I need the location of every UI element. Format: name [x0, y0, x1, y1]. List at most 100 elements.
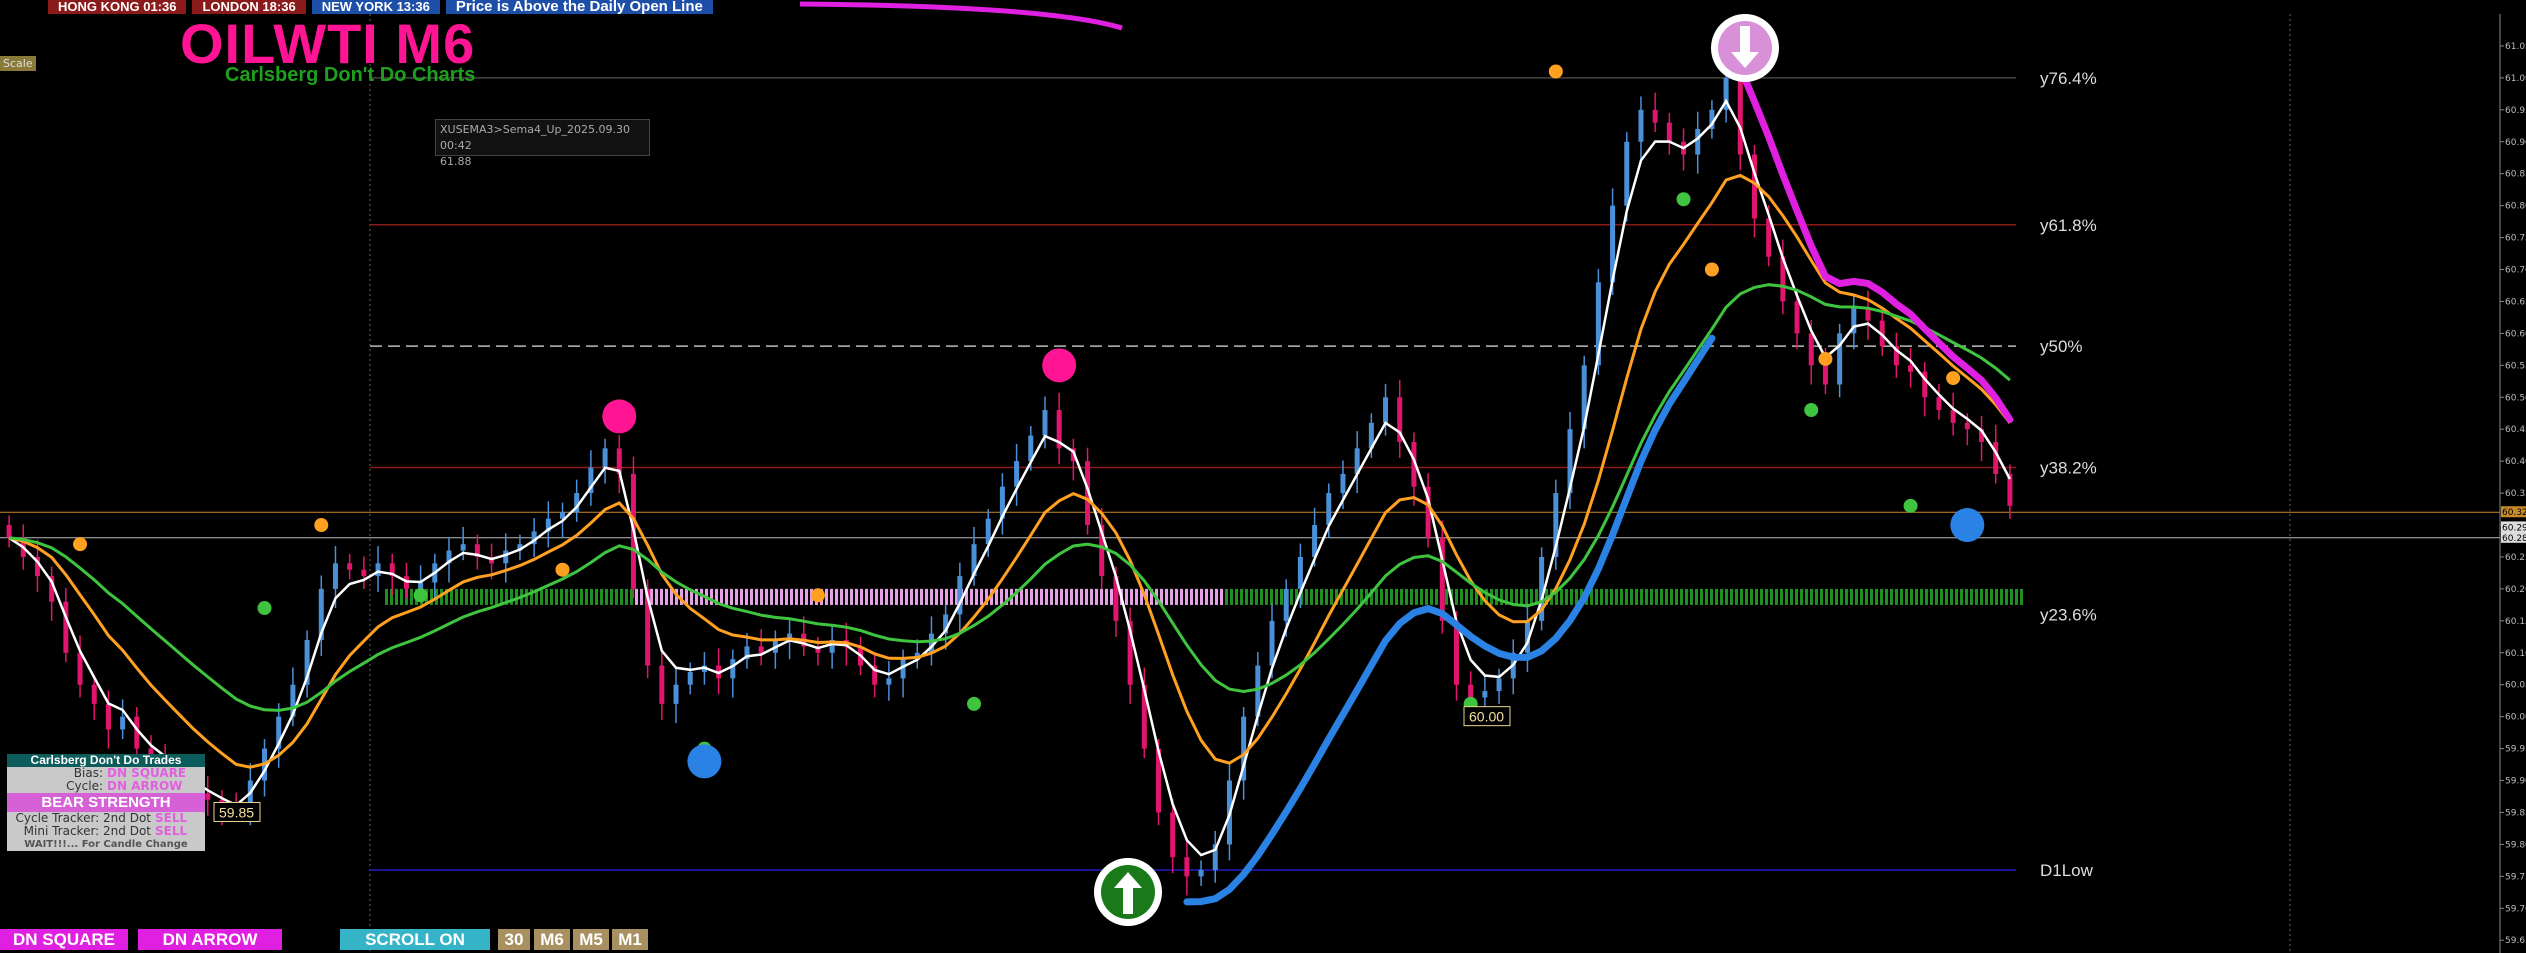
demand-zone-bar: [1390, 588, 1393, 605]
supply-zone-bar: [1070, 588, 1073, 605]
demand-zone-bar: [1630, 588, 1633, 605]
demand-zone-bar: [1720, 588, 1723, 605]
supply-zone-bar: [720, 588, 723, 605]
axis-tick-label: 59.75: [2505, 872, 2526, 882]
demand-zone-bar: [1815, 588, 1818, 605]
tf-m1-button[interactable]: M1: [612, 929, 648, 950]
candle-body: [1297, 556, 1303, 589]
demand-zone-bar: [1810, 588, 1813, 605]
demand-zone-bar: [1835, 588, 1838, 605]
demand-zone-bar: [1945, 588, 1948, 605]
scale-button[interactable]: Scale: [0, 56, 36, 71]
supply-zone-bar: [980, 588, 983, 605]
demand-zone-bar: [1685, 588, 1688, 605]
demand-zone-bar: [550, 588, 553, 605]
axis-tick-label: 60.40: [2505, 457, 2526, 467]
demand-zone-bar: [1325, 588, 1328, 605]
axis-tick-label: 60.25: [2505, 553, 2526, 563]
demand-zone-bar: [1610, 588, 1613, 605]
demand-zone-bar: [400, 588, 403, 605]
candle-body: [1666, 122, 1672, 142]
candle-body: [91, 684, 97, 704]
demand-zone-bar: [1840, 588, 1843, 605]
candle-body: [1837, 333, 1843, 385]
demand-zone-bar: [475, 588, 478, 605]
pink-swing-dot: [1042, 348, 1077, 383]
demand-zone-bar: [1350, 588, 1353, 605]
supply-zone-bar: [1215, 588, 1218, 605]
tf-m6-button[interactable]: M6: [534, 929, 570, 950]
blue-swing-dot: [1950, 508, 1985, 543]
demand-zone-bar: [1740, 588, 1743, 605]
scroll-button[interactable]: SCROLL ON: [340, 929, 490, 950]
demand-zone-bar: [1255, 588, 1258, 605]
price-chart[interactable]: y76.4%y61.8%y50%y38.2%y23.6%D1Low 59.856…: [0, 0, 2526, 953]
demand-zone-bar: [575, 588, 578, 605]
supply-zone-bar: [1220, 588, 1223, 605]
tf-m5-button[interactable]: M5: [573, 929, 609, 950]
demand-zone-bar: [1700, 588, 1703, 605]
candle-body: [205, 793, 211, 800]
demand-zone-bar: [1655, 588, 1658, 605]
axis-tick-label: 61.05: [2505, 42, 2526, 52]
mini-tracker-value: SELL: [155, 824, 188, 838]
dn-square-button[interactable]: DN SQUARE: [0, 929, 128, 950]
demand-zone-bar: [1885, 588, 1888, 605]
supply-zone-bar: [905, 588, 908, 605]
demand-zone-bar: [1940, 588, 1943, 605]
supply-zone-bar: [860, 588, 863, 605]
demand-zone-bar: [1785, 588, 1788, 605]
supply-demand-zones: [385, 588, 2023, 605]
supply-zone-bar: [730, 588, 733, 605]
demand-zone-bar: [1695, 588, 1698, 605]
sell-arrow-icon: [1711, 14, 1779, 82]
supply-zone-bar: [1100, 588, 1103, 605]
supply-zone-bar: [950, 588, 953, 605]
orange-signal-dot: [1818, 351, 1833, 366]
dn-arrow-button[interactable]: DN ARROW: [138, 929, 282, 950]
supply-zone-bar: [865, 588, 868, 605]
axis-tick-label: 60.60: [2505, 329, 2526, 339]
supply-zone-bar: [900, 588, 903, 605]
candle-body: [1283, 588, 1289, 621]
session-hongkong: HONG KONG 01:36: [48, 0, 187, 14]
demand-zone-bar: [585, 588, 588, 605]
supply-zone-bar: [890, 588, 893, 605]
demand-zone-bar: [1985, 588, 1988, 605]
supply-zone-bar: [1090, 588, 1093, 605]
mini-tracker-row: Mini Tracker: 2nd Dot SELL: [7, 825, 205, 838]
demand-zone-bar: [1375, 588, 1378, 605]
fib-label: y61.8%: [2040, 216, 2097, 235]
axis-tick-label: 60.55: [2505, 361, 2526, 371]
demand-zone-bar: [1960, 588, 1963, 605]
demand-zone-bar: [525, 588, 528, 605]
supply-zone-bar: [765, 588, 768, 605]
demand-zone-bar: [1765, 588, 1768, 605]
demand-zone-bar: [1355, 588, 1358, 605]
blue-swing-dot: [687, 744, 722, 779]
tf-30-button[interactable]: 30: [498, 929, 530, 950]
axis-tick-label: 59.80: [2505, 840, 2526, 850]
demand-zone-bar: [540, 588, 543, 605]
price-tag-label: 59.85: [219, 804, 254, 820]
demand-zone-bar: [470, 588, 473, 605]
demand-zone-bar: [1650, 588, 1653, 605]
demand-zone-bar: [1990, 588, 1993, 605]
candle-body: [687, 671, 693, 685]
demand-zone-bar: [560, 588, 563, 605]
supply-zone-bar: [945, 588, 948, 605]
demand-zone-bar: [625, 588, 628, 605]
demand-zone-bar: [395, 588, 398, 605]
candle-body: [1184, 857, 1190, 877]
demand-zone-bar: [590, 588, 593, 605]
axis-tick-label: 60.90: [2505, 138, 2526, 148]
demand-zone-bar: [580, 588, 583, 605]
demand-zone-bar: [1675, 588, 1678, 605]
supply-zone-bar: [805, 588, 808, 605]
candle-body: [730, 659, 736, 679]
supply-zone-bar: [1000, 588, 1003, 605]
axis-tick-label: 60.05: [2505, 681, 2526, 691]
demand-zone-bar: [1705, 588, 1708, 605]
axis-tick-label: 60.00: [2505, 713, 2526, 723]
demand-zone-bar: [600, 588, 603, 605]
